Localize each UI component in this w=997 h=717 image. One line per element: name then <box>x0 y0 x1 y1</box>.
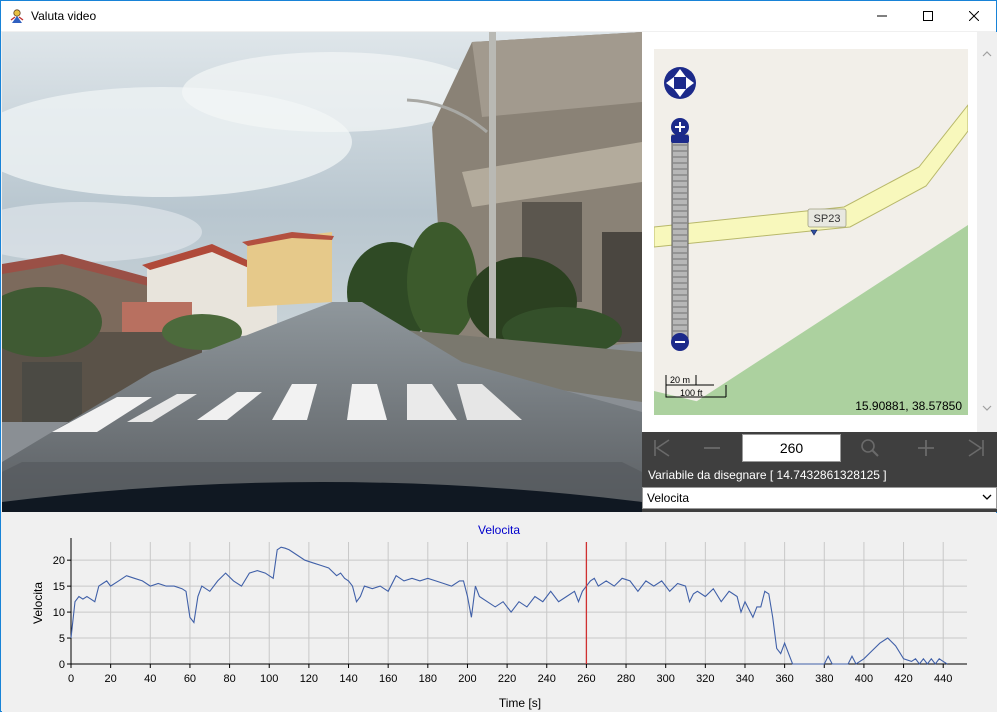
park-area <box>675 225 968 415</box>
x-tick-label: 200 <box>458 673 476 685</box>
variable-select-value: Velocita <box>647 491 690 505</box>
y-tick-label: 0 <box>59 659 65 671</box>
x-tick-label: 280 <box>617 673 635 685</box>
right-panel: SP23 20 m 100 ft 15.90881, 38.57850 260 … <box>642 32 997 512</box>
x-tick-label: 140 <box>339 673 357 685</box>
x-tick-label: 400 <box>855 673 873 685</box>
map-view[interactable]: SP23 20 m 100 ft 15.90881, 38.57850 <box>654 49 968 415</box>
x-tick-label: 440 <box>934 673 952 685</box>
x-tick-label: 180 <box>419 673 437 685</box>
last-frame-button[interactable] <box>950 432 997 464</box>
minimize-icon <box>877 15 887 17</box>
y-tick-label: 20 <box>53 555 65 567</box>
y-tick-label: 10 <box>53 607 65 619</box>
x-tick-label: 360 <box>775 673 793 685</box>
x-tick-label: 320 <box>696 673 714 685</box>
position-marker <box>810 229 818 236</box>
y-tick-label: 15 <box>53 581 65 593</box>
close-button[interactable] <box>951 1 997 31</box>
plus-icon <box>918 440 934 456</box>
maximize-icon <box>923 11 933 21</box>
x-tick-label: 300 <box>657 673 675 685</box>
step-forward-button[interactable] <box>904 432 956 464</box>
zoom-out-button[interactable] <box>671 333 689 351</box>
variable-select[interactable]: Velocita <box>642 487 997 509</box>
x-tick-label: 40 <box>144 673 156 685</box>
scale-feet: 100 ft <box>680 388 703 398</box>
maximize-button[interactable] <box>905 1 951 31</box>
chevron-down-icon <box>982 494 992 500</box>
x-tick-label: 120 <box>300 673 318 685</box>
series-line-velocita <box>70 546 948 665</box>
zoom-thumb[interactable] <box>671 135 689 143</box>
x-tick-label: 260 <box>577 673 595 685</box>
speed-chart[interactable]: Velocita Time [s] Velocita 0 20 40 60 80 100 1… <box>2 513 997 712</box>
x-tick-label: 60 <box>184 673 196 685</box>
scroll-up-icon <box>982 51 992 57</box>
x-tick-label: 0 <box>68 673 74 685</box>
map-container: SP23 20 m 100 ft 15.90881, 38.57850 <box>642 32 997 432</box>
chart-svg: Velocita Time [s] Velocita 0 20 40 60 80 100 1… <box>31 523 967 710</box>
chart-xlabel: Time [s] <box>499 696 541 710</box>
x-tick-label: 160 <box>379 673 397 685</box>
app-icon <box>10 9 24 23</box>
minus-icon <box>704 447 720 449</box>
zoom-icon <box>861 439 879 457</box>
pan-control[interactable] <box>664 67 696 99</box>
map-scrollbar[interactable] <box>977 32 997 432</box>
x-tick-label: 420 <box>894 673 912 685</box>
close-icon <box>969 11 979 21</box>
zoom-button[interactable] <box>846 432 898 464</box>
map-canvas: SP23 20 m 100 ft <box>654 67 968 415</box>
zoom-slider[interactable] <box>671 134 689 346</box>
zoom-in-button[interactable] <box>671 118 689 136</box>
x-tick-label: 20 <box>105 673 117 685</box>
frame-navigation: 260 <box>642 432 997 464</box>
street-scene-image <box>2 32 642 512</box>
x-tick-label: 240 <box>538 673 556 685</box>
scale-meters: 20 m <box>670 375 690 385</box>
title-bar[interactable]: Valuta video <box>1 1 996 31</box>
step-back-button[interactable] <box>686 432 738 464</box>
y-tick-label: 5 <box>59 633 65 645</box>
x-tick-label: 100 <box>260 673 278 685</box>
x-tick-label: 80 <box>223 673 235 685</box>
chart-ylabel: Velocita <box>31 582 45 624</box>
x-tick-label: 380 <box>815 673 833 685</box>
window-title: Valuta video <box>31 9 97 23</box>
first-frame-icon <box>654 439 670 457</box>
scroll-down-icon <box>982 405 992 411</box>
video-frame[interactable] <box>2 32 642 512</box>
x-tick-label: 220 <box>498 673 516 685</box>
variable-label: Variabile da disegnare [ 14.743286132812… <box>648 468 887 482</box>
chart-title: Velocita <box>478 523 520 537</box>
minimize-button[interactable] <box>859 1 905 31</box>
road-label: SP23 <box>814 213 841 225</box>
x-tick-label: 340 <box>736 673 754 685</box>
map-coordinates: 15.90881, 38.57850 <box>855 399 962 413</box>
last-frame-icon <box>968 439 984 457</box>
frame-number-input[interactable]: 260 <box>742 434 841 462</box>
app-window: Valuta video SP23 20 m 100 ft 15.90881, … <box>0 0 997 712</box>
